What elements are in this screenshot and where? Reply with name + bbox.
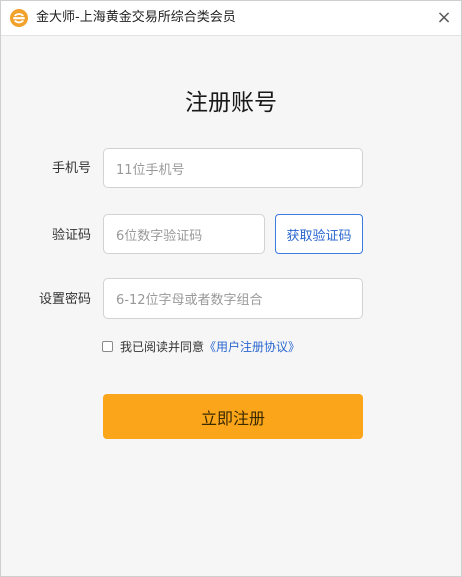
register-button[interactable]: 立即注册 xyxy=(103,394,363,439)
password-input[interactable]: 6-12位字母或者数字组合 xyxy=(103,278,363,319)
phone-label: 手机号 xyxy=(51,161,91,176)
code-placeholder: 6位数字验证码 xyxy=(116,228,203,244)
phone-input[interactable]: 11位手机号 xyxy=(103,148,363,188)
code-input[interactable]: 6位数字验证码 xyxy=(103,214,265,254)
code-label: 验证码 xyxy=(51,228,91,243)
agreement-link[interactable]: 《用户注册协议》 xyxy=(204,338,300,355)
password-label: 设置密码 xyxy=(38,292,91,307)
window-title: 金大师-上海黄金交易所综合类会员 xyxy=(36,10,236,25)
title-bar: 金大师-上海黄金交易所综合类会员 × xyxy=(1,1,461,36)
close-icon[interactable]: × xyxy=(435,8,453,28)
agreement-checkbox[interactable] xyxy=(102,340,113,352)
agreement-row: 我已阅读并同意 《用户注册协议》 xyxy=(102,337,300,355)
password-placeholder: 6-12位字母或者数字组合 xyxy=(116,293,263,308)
app-window: 金大师-上海黄金交易所综合类会员 × 注册账号 手机号 11位手机号 验证码 6… xyxy=(0,0,462,577)
agreement-text: 我已阅读并同意 xyxy=(120,339,205,354)
page-title: 注册账号 xyxy=(185,90,277,116)
phone-placeholder: 11位手机号 xyxy=(116,162,185,178)
gold-coin-logo-icon xyxy=(10,9,28,27)
get-code-button[interactable]: 获取验证码 xyxy=(275,214,363,254)
